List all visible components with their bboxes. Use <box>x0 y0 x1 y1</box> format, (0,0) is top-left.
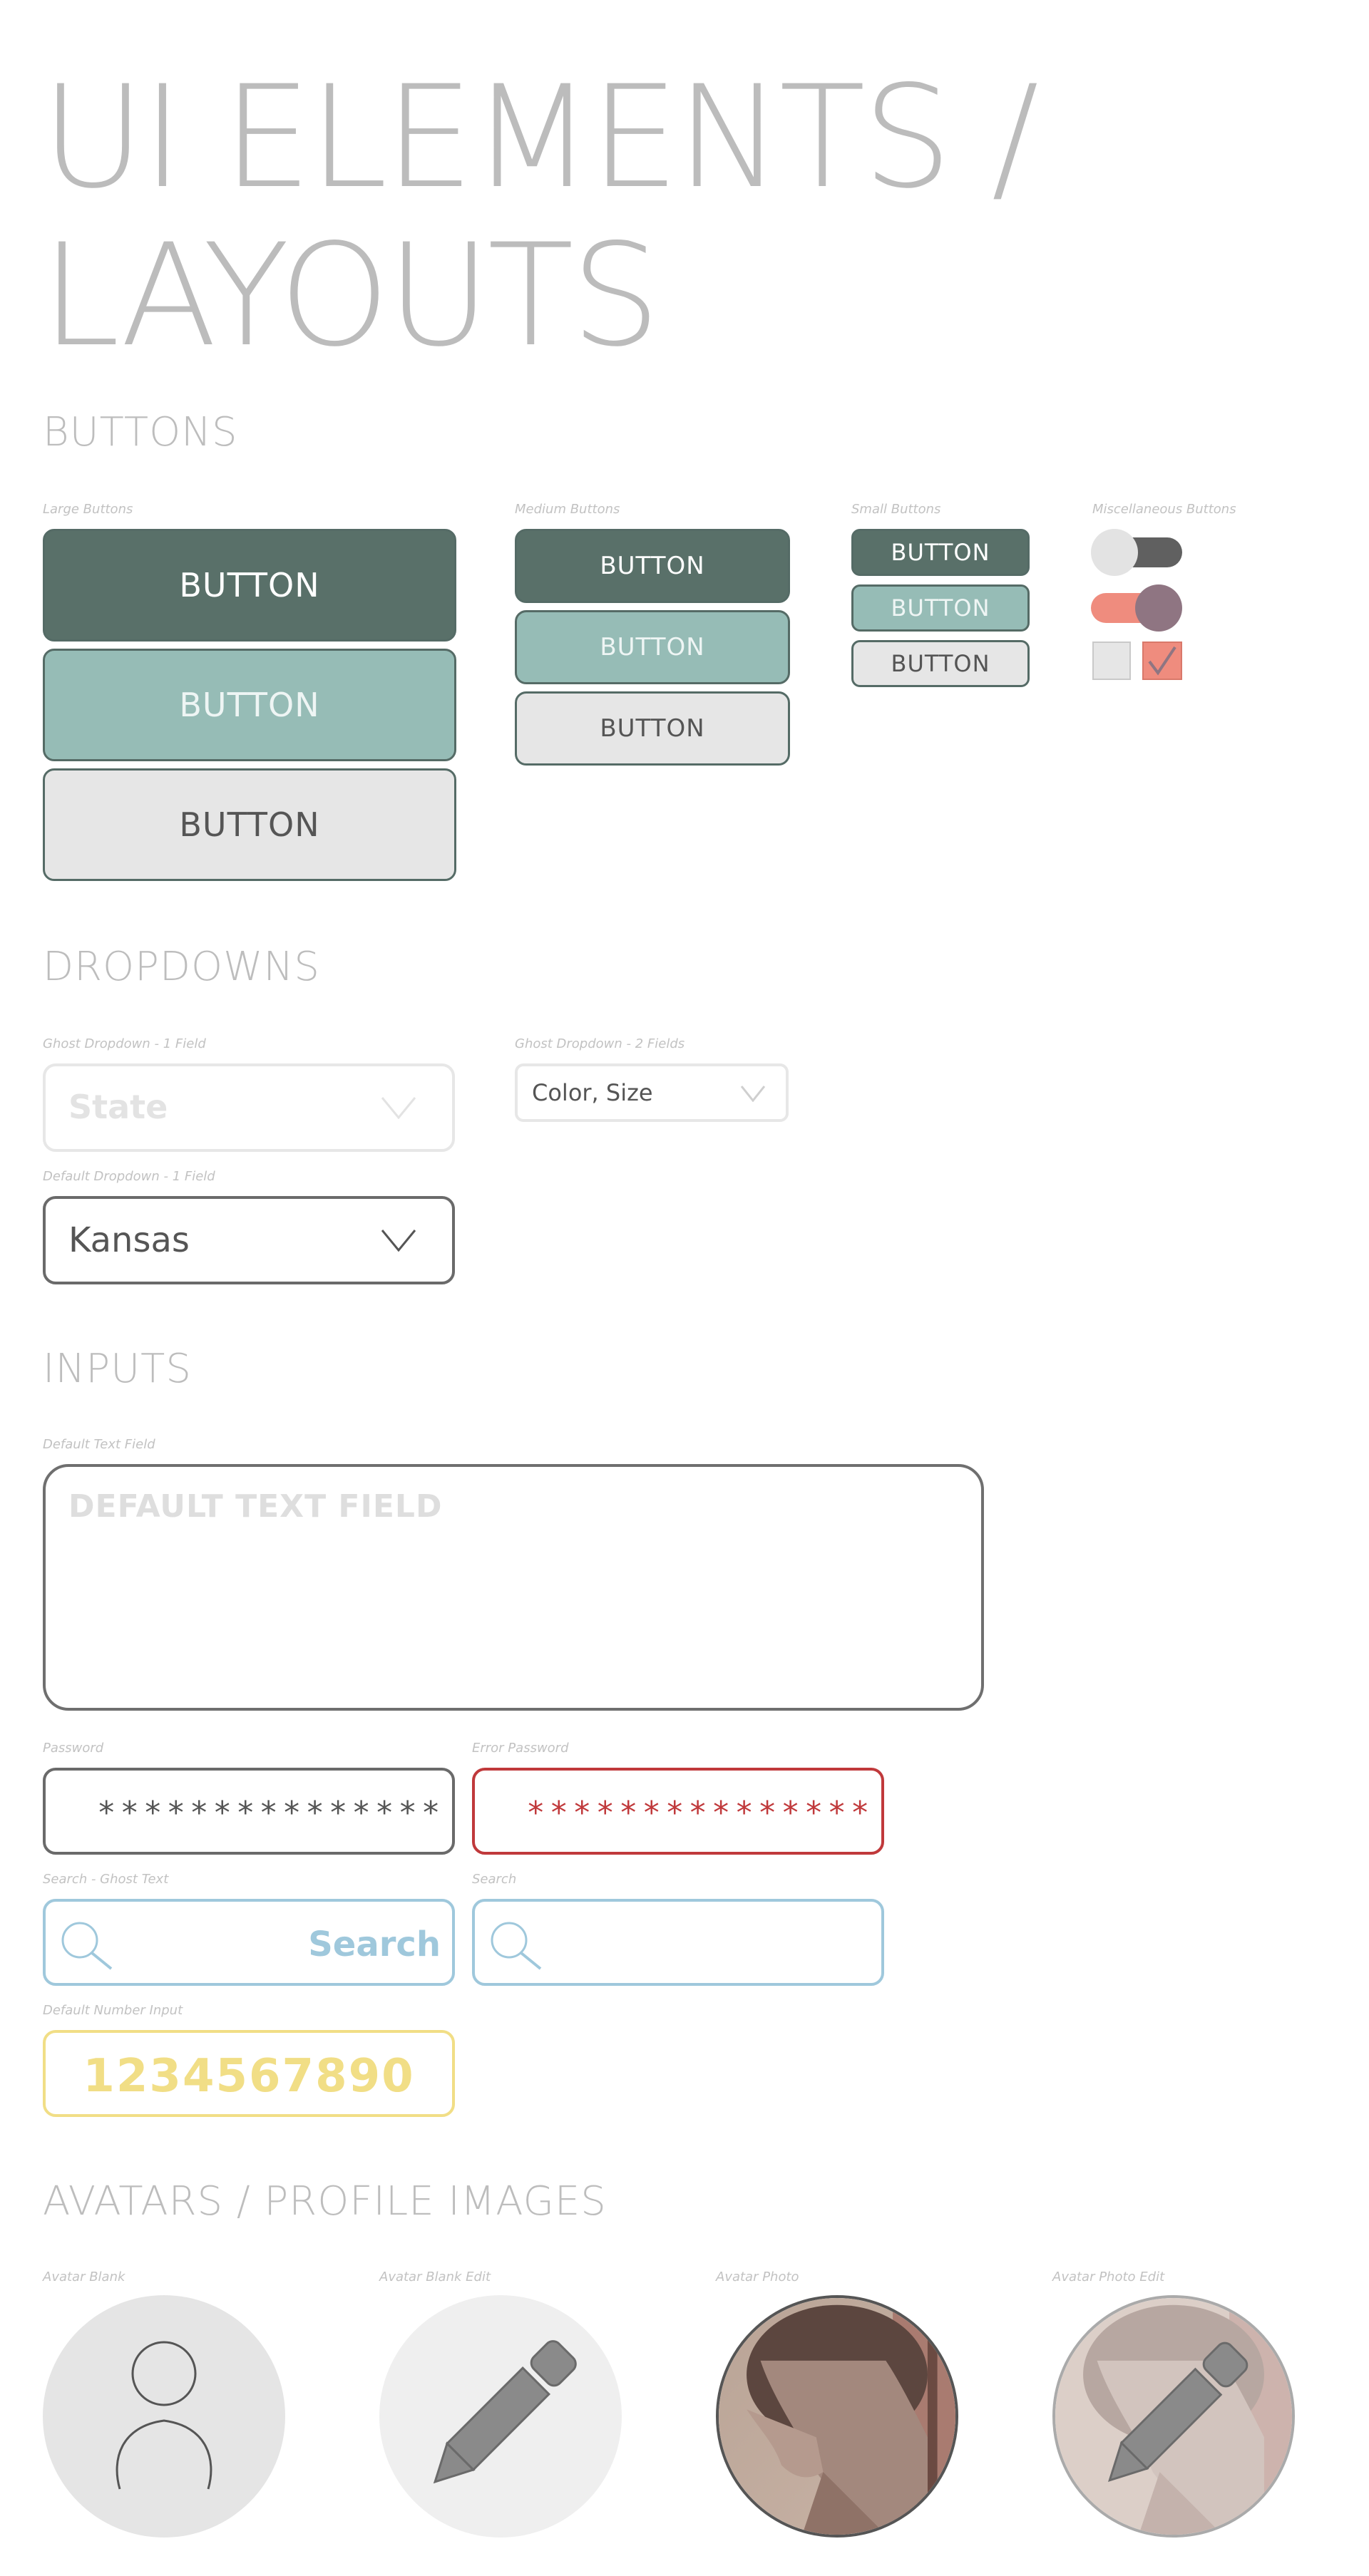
search-icon <box>61 1922 113 1970</box>
text-field-caption: Default Text Field <box>43 1437 155 1452</box>
toggle-knob <box>1091 529 1138 576</box>
medium-button-teal[interactable]: BUTTON <box>515 610 790 684</box>
search-ghost-text: Search <box>308 1925 441 1964</box>
small-button-teal[interactable]: BUTTON <box>851 584 1030 632</box>
avatar-photo-edit[interactable] <box>1052 2295 1295 2538</box>
large-button-dark[interactable]: BUTTON <box>43 529 456 642</box>
section-title-dropdowns: DROPDOWNS <box>43 944 320 990</box>
search-ghost-field[interactable]: Search <box>43 1899 455 1986</box>
small-buttons-caption: Small Buttons <box>851 502 941 517</box>
password-mask: *************** <box>97 1795 445 1831</box>
large-button-teal[interactable]: BUTTON <box>43 649 456 761</box>
avatar-photo-caption: Avatar Photo <box>716 2270 799 2284</box>
avatar-blank-edit-caption: Avatar Blank Edit <box>379 2270 491 2284</box>
avatar-photo[interactable] <box>716 2295 958 2538</box>
chevron-down-icon <box>381 1230 416 1252</box>
avatar-photo-edit-caption: Avatar Photo Edit <box>1052 2270 1165 2284</box>
default-dropdown[interactable]: Kansas <box>43 1196 455 1284</box>
error-password-caption: Error Password <box>472 1741 569 1756</box>
section-title-buttons: BUTTONS <box>43 409 238 455</box>
section-title-inputs: INPUTS <box>43 1346 192 1392</box>
ghost-dropdown-2-caption: Ghost Dropdown - 2 Fields <box>515 1036 685 1051</box>
checkbox-unchecked[interactable] <box>1092 642 1131 680</box>
search-icon <box>491 1922 542 1970</box>
small-button-light[interactable]: BUTTON <box>851 640 1030 687</box>
medium-button-light[interactable]: BUTTON <box>515 691 790 766</box>
medium-button-dark[interactable]: BUTTON <box>515 529 790 603</box>
default-dropdown-caption: Default Dropdown - 1 Field <box>43 1169 215 1184</box>
toggle-switch-on[interactable] <box>1091 584 1182 632</box>
misc-buttons-caption: Miscellaneous Buttons <box>1092 502 1236 517</box>
user-icon <box>116 2341 212 2490</box>
ghost-dropdown-2-value: Color, Size <box>532 1079 653 1106</box>
pencil-icon <box>433 2340 577 2484</box>
pencil-icon <box>1107 2341 1248 2483</box>
text-field-placeholder: DEFAULT TEXT FIELD <box>68 1488 443 1525</box>
chevron-down-icon <box>740 1086 766 1102</box>
statue-photo <box>719 2298 955 2535</box>
check-icon <box>1148 646 1176 676</box>
avatar-blank[interactable] <box>43 2295 285 2538</box>
chevron-down-icon <box>381 1097 416 1119</box>
large-button-light[interactable]: BUTTON <box>43 768 456 881</box>
ghost-dropdown-1-caption: Ghost Dropdown - 1 Field <box>43 1036 206 1051</box>
number-input[interactable]: 1234567890 <box>43 2030 455 2117</box>
password-caption: Password <box>43 1741 104 1756</box>
ghost-dropdown-1-placeholder: State <box>68 1088 168 1126</box>
toggle-knob <box>1135 584 1182 632</box>
ghost-dropdown-2[interactable]: Color, Size <box>515 1063 789 1122</box>
section-title-avatars: AVATARS / PROFILE IMAGES <box>43 2178 607 2225</box>
medium-buttons-caption: Medium Buttons <box>515 502 620 517</box>
small-button-dark[interactable]: BUTTON <box>851 529 1030 576</box>
page-title: UI ELEMENTS / LAYOUTS <box>41 55 1039 378</box>
error-password-mask: *************** <box>526 1795 874 1831</box>
search-field[interactable] <box>472 1899 884 1986</box>
default-dropdown-value: Kansas <box>68 1220 190 1260</box>
password-field[interactable]: *************** <box>43 1768 455 1855</box>
error-password-field[interactable]: *************** <box>472 1768 884 1855</box>
avatar-blank-caption: Avatar Blank <box>43 2270 125 2284</box>
toggle-switch-off[interactable] <box>1091 529 1182 576</box>
search-ghost-caption: Search - Ghost Text <box>43 1872 169 1887</box>
ghost-dropdown-1[interactable]: State <box>43 1063 455 1152</box>
avatar-blank-edit[interactable] <box>379 2295 622 2538</box>
large-buttons-caption: Large Buttons <box>43 502 133 517</box>
number-input-value: 1234567890 <box>83 2050 415 2103</box>
number-input-caption: Default Number Input <box>43 2003 183 2018</box>
checkbox-checked[interactable] <box>1142 642 1182 680</box>
search-caption: Search <box>472 1872 517 1887</box>
